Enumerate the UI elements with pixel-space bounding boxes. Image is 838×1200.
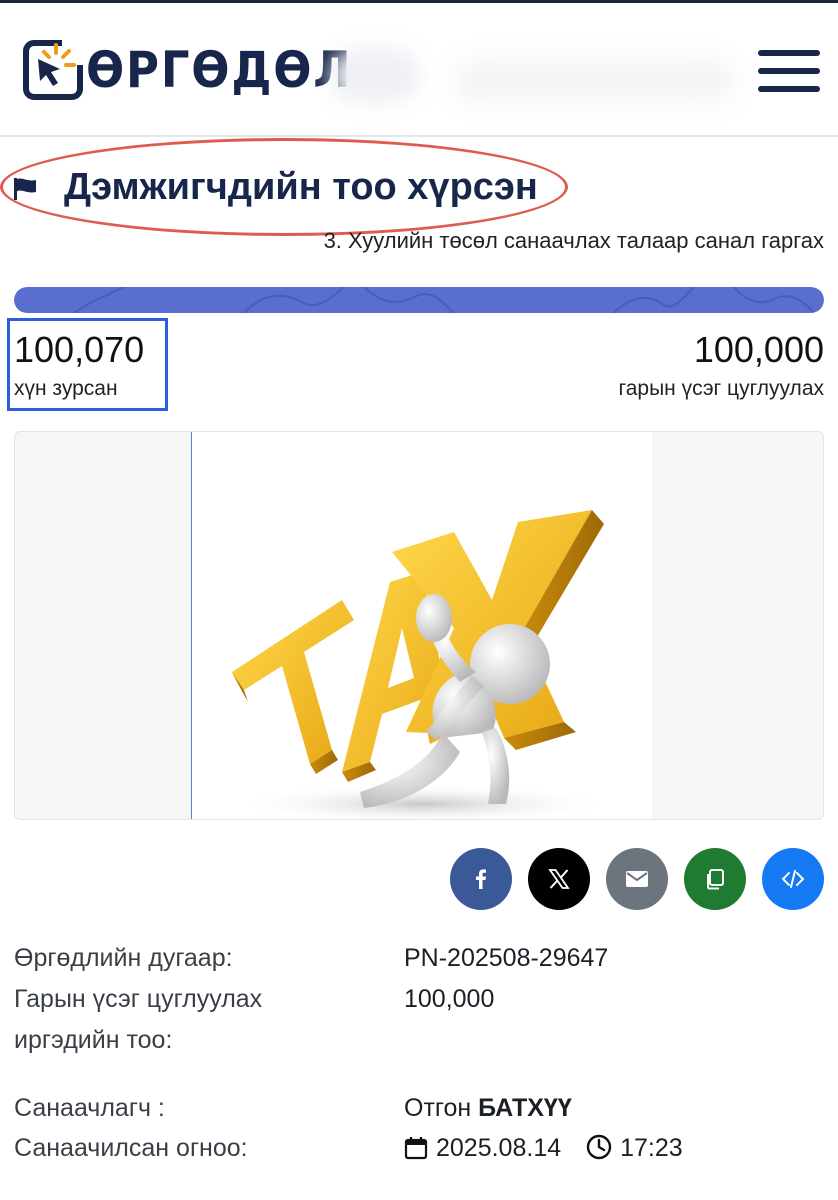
created-datetime: 2025.08.14 17:23 — [404, 1128, 683, 1169]
x-icon — [548, 869, 570, 889]
flag-icon — [14, 178, 36, 200]
initiator-last-name: БАТХҮҮ — [478, 1094, 572, 1122]
signed-count: 100,070 — [14, 329, 145, 370]
created-date-label: Санаачилсан огноо: — [14, 1134, 248, 1162]
goal-count-label: гарын үсэг цуглуулах — [618, 377, 824, 400]
goal-count: 100,000 — [693, 329, 824, 370]
target-count-label-line1: Гарын үсэг цуглуулах — [14, 985, 263, 1013]
target-count-label-line2: иргэдийн тоо: — [14, 1026, 173, 1054]
petition-number-value: PN-202508-29647 — [404, 944, 609, 972]
code-icon — [781, 870, 805, 888]
copy-icon — [707, 869, 724, 890]
cursor-click-logo-icon — [23, 39, 84, 100]
envelope-icon — [626, 871, 648, 887]
petition-number-label: Өргөдлийн дугаар: — [14, 944, 233, 972]
tax-burden-illustration — [191, 432, 652, 819]
initiator-label: Санаачлагч : — [14, 1094, 165, 1122]
initiator-value: Отгон БАТХҮҮ — [404, 1088, 572, 1129]
facebook-icon — [476, 869, 486, 889]
blurred-region — [455, 58, 735, 103]
x-share-button[interactable] — [528, 848, 590, 910]
created-date: 2025.08.14 — [436, 1134, 562, 1162]
created-time: 17:23 — [620, 1134, 683, 1162]
letter-t — [232, 600, 354, 774]
blurred-region — [330, 48, 420, 103]
petition-category: 3. Хуулийн төсөл санаачлах талаар санал … — [323, 228, 824, 253]
target-count-value: 100,000 — [404, 985, 495, 1013]
progress-fill — [14, 287, 824, 313]
copy-link-button[interactable] — [684, 848, 746, 910]
hamburger-icon[interactable] — [758, 48, 820, 94]
email-share-button[interactable] — [606, 848, 668, 910]
initiator-first-name: Отгон — [404, 1094, 472, 1122]
signed-count-label: хүн зурсан — [14, 377, 118, 400]
facebook-share-button[interactable] — [450, 848, 512, 910]
clock-icon — [586, 1134, 612, 1160]
site-logo[interactable]: ӨРГӨДӨЛ — [22, 36, 382, 104]
petition-image-card — [14, 431, 824, 820]
site-header: ӨРГӨДӨЛ — [0, 3, 838, 137]
embed-code-button[interactable] — [762, 848, 824, 910]
status-title: Дэмжигчдийн тоо хүрсэн — [64, 166, 538, 208]
logo-wordmark: ӨРГӨДӨЛ — [86, 41, 353, 99]
signature-progress-bar — [14, 287, 824, 313]
calendar-icon — [404, 1137, 428, 1160]
